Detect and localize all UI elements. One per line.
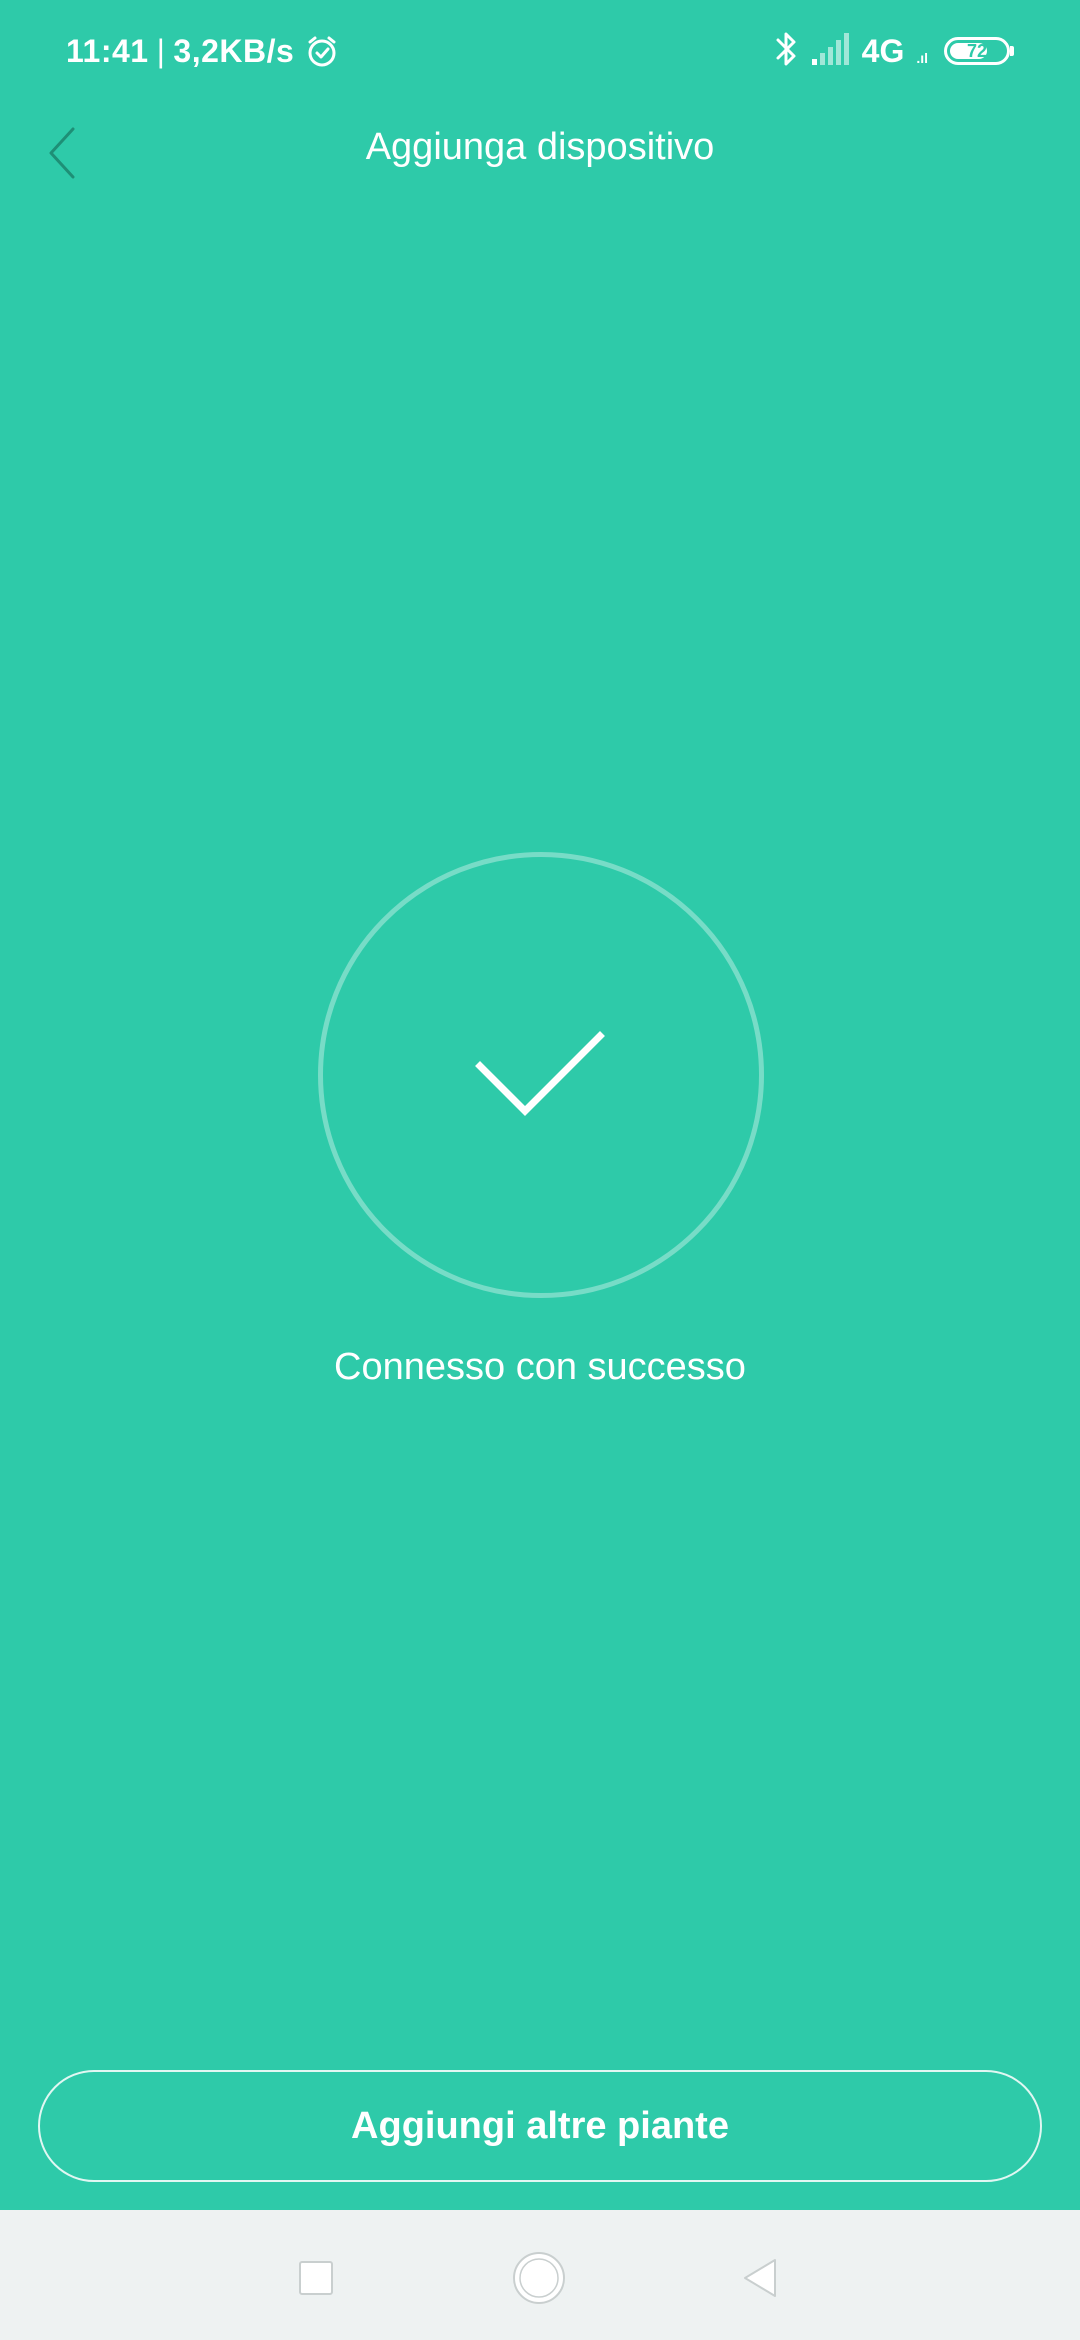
battery-indicator: 72 xyxy=(944,37,1010,65)
success-indicator xyxy=(318,852,764,1298)
status-left: 11:41 | 3,2KB/s xyxy=(66,28,340,74)
system-back-button[interactable] xyxy=(733,2250,789,2306)
triangle-back-icon xyxy=(744,2259,776,2297)
network-type: 4G xyxy=(861,32,905,69)
system-nav-bar xyxy=(0,2210,1080,2340)
success-message: Connesso con successo xyxy=(334,1346,746,1388)
status-net-speed: 3,2KB/s xyxy=(173,32,295,69)
status-time: 11:41 xyxy=(66,32,149,69)
square-recents-icon xyxy=(299,2261,333,2295)
battery-tip xyxy=(1010,46,1014,56)
bluetooth-icon xyxy=(774,30,800,73)
signal-icon xyxy=(810,31,852,72)
home-button[interactable] xyxy=(511,2250,567,2306)
alarm-clock-icon xyxy=(304,33,340,69)
recents-button[interactable] xyxy=(288,2250,344,2306)
battery-icon: 72 xyxy=(944,37,1014,65)
page-title: Aggiunga dispositivo xyxy=(365,126,715,168)
circle-home-icon xyxy=(513,2252,565,2304)
app-header: Aggiunga dispositivo xyxy=(0,100,1080,210)
add-more-plants-button[interactable]: Aggiungi altre piante xyxy=(38,2070,1042,2182)
battery-percent: 72 xyxy=(966,40,988,61)
status-bar: 11:41 | 3,2KB/s 4G .ıl 72 xyxy=(0,0,1080,100)
status-right: 4G .ıl 72 xyxy=(774,26,1014,76)
check-icon xyxy=(475,1031,605,1116)
network-activity: .ıl xyxy=(916,50,928,66)
status-separator: | xyxy=(156,32,166,69)
